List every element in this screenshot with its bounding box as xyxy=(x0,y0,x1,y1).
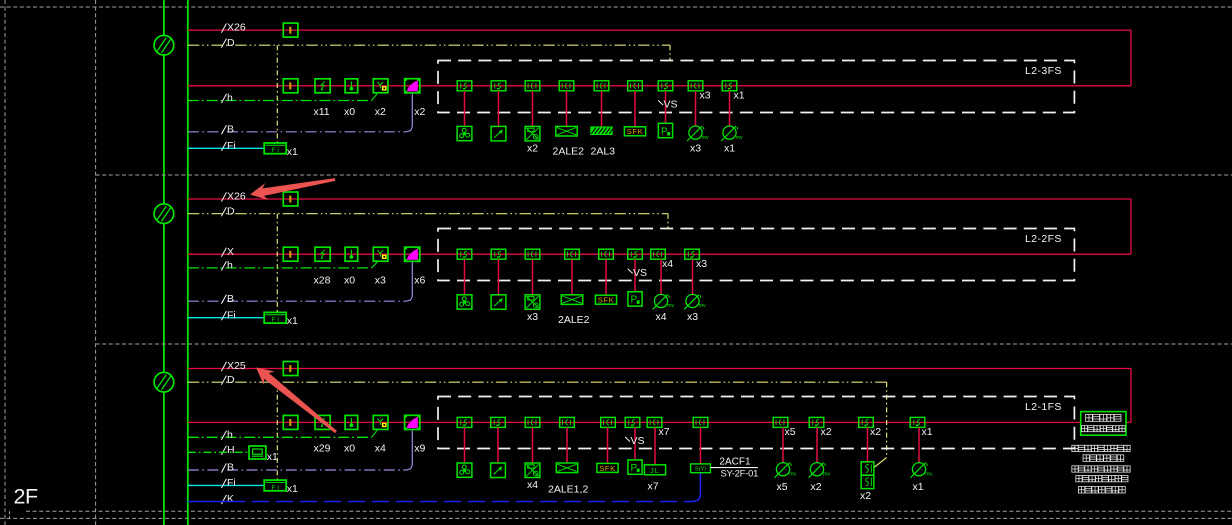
svg-text:x3: x3 xyxy=(696,258,707,270)
svg-text:SFK: SFK xyxy=(598,296,615,305)
svg-text:x4: x4 xyxy=(662,258,673,270)
svg-text:K: K xyxy=(227,493,234,505)
svg-text:mv.: mv. xyxy=(925,471,933,477)
svg-text:P: P xyxy=(661,126,668,137)
svg-text:mv: mv xyxy=(667,303,674,309)
svg-text:x1: x1 xyxy=(287,483,298,495)
svg-text:x3: x3 xyxy=(700,89,711,101)
svg-text:x1: x1 xyxy=(724,142,735,154)
svg-text:x1: x1 xyxy=(922,426,933,438)
svg-text:B: B xyxy=(227,462,234,474)
svg-text:X25: X25 xyxy=(227,360,246,372)
svg-text:2ALE2: 2ALE2 xyxy=(553,145,585,157)
svg-text:x0: x0 xyxy=(344,275,355,287)
svg-text:B: B xyxy=(227,293,234,305)
svg-text:F i: F i xyxy=(272,317,279,324)
svg-text:2F: 2F xyxy=(14,485,38,509)
svg-text:JL: JL xyxy=(650,466,660,475)
svg-text:x0: x0 xyxy=(344,443,355,455)
svg-text:x9: x9 xyxy=(414,443,425,455)
svg-text:X: X xyxy=(227,246,234,258)
svg-text:X26: X26 xyxy=(227,191,246,203)
svg-text:F i: F i xyxy=(272,484,279,491)
svg-text:2ALE2: 2ALE2 xyxy=(558,314,590,326)
svg-text:B: B xyxy=(227,123,234,135)
svg-text:L2-3FS: L2-3FS xyxy=(1025,65,1062,77)
svg-text:x2: x2 xyxy=(527,142,538,154)
svg-text:2AL3: 2AL3 xyxy=(591,145,616,157)
svg-text:P: P xyxy=(630,463,637,474)
svg-text:D: D xyxy=(227,37,235,49)
svg-text:VS: VS xyxy=(633,267,647,279)
svg-text:mv: mv xyxy=(823,471,830,477)
svg-text:x2: x2 xyxy=(870,426,881,438)
svg-text:x3: x3 xyxy=(527,311,538,323)
svg-text:x1: x1 xyxy=(734,89,745,101)
svg-text:2ALE1,2: 2ALE1,2 xyxy=(548,483,588,495)
svg-text:x2: x2 xyxy=(375,106,386,118)
svg-text:Fi: Fi xyxy=(227,309,236,321)
svg-text:x2: x2 xyxy=(860,490,871,502)
svg-text:mv: mv xyxy=(789,471,796,477)
svg-text:x2: x2 xyxy=(811,481,822,493)
svg-text:mv: mv xyxy=(699,303,706,309)
svg-text:x2: x2 xyxy=(414,106,425,118)
svg-text:x3: x3 xyxy=(687,311,698,323)
svg-text:x6: x6 xyxy=(414,275,425,287)
svg-text:x29: x29 xyxy=(314,443,331,455)
svg-text:H: H xyxy=(227,444,235,456)
svg-text:P: P xyxy=(630,295,637,306)
svg-text:VS: VS xyxy=(631,435,645,447)
svg-text:mv: mv xyxy=(702,135,709,141)
svg-text:D: D xyxy=(227,205,235,217)
svg-text:2ACF1: 2ACF1 xyxy=(719,456,751,467)
svg-text:Fi: Fi xyxy=(227,477,236,489)
svg-text:x4: x4 xyxy=(375,443,386,455)
svg-text:x11: x11 xyxy=(314,106,330,118)
svg-text:h: h xyxy=(227,92,233,104)
svg-text:x1: x1 xyxy=(287,146,298,158)
svg-text:x1: x1 xyxy=(913,481,924,493)
svg-text:x28: x28 xyxy=(314,275,331,287)
svg-text:VS: VS xyxy=(664,99,678,111)
svg-text:SFK: SFK xyxy=(599,464,616,473)
svg-text:SY-2F-01: SY-2F-01 xyxy=(721,468,759,479)
svg-text:x3: x3 xyxy=(690,142,701,154)
svg-text:Fi: Fi xyxy=(227,140,236,152)
svg-text:x7: x7 xyxy=(659,426,670,438)
svg-text:D: D xyxy=(227,374,235,386)
svg-text:X26: X26 xyxy=(227,22,246,34)
svg-text:h: h xyxy=(227,260,233,272)
svg-text:SFK: SFK xyxy=(627,127,644,136)
svg-text:x4: x4 xyxy=(527,479,538,491)
svg-text:x3: x3 xyxy=(375,275,386,287)
svg-text:x5: x5 xyxy=(785,426,796,438)
svg-text:x1: x1 xyxy=(267,451,278,463)
svg-text:L2-2FS: L2-2FS xyxy=(1025,233,1062,245)
svg-text:S(Y): S(Y) xyxy=(695,467,706,473)
svg-text:L2-1FS: L2-1FS xyxy=(1025,401,1062,413)
svg-text:x5: x5 xyxy=(777,481,788,493)
svg-text:h: h xyxy=(227,429,233,441)
svg-text:x4: x4 xyxy=(656,311,667,323)
svg-text:mv: mv xyxy=(736,135,743,141)
svg-text:x0: x0 xyxy=(344,106,355,118)
svg-text:x7: x7 xyxy=(648,480,659,492)
svg-text:x1: x1 xyxy=(287,315,298,327)
svg-text:F i: F i xyxy=(272,147,279,154)
svg-text:x2: x2 xyxy=(821,426,832,438)
